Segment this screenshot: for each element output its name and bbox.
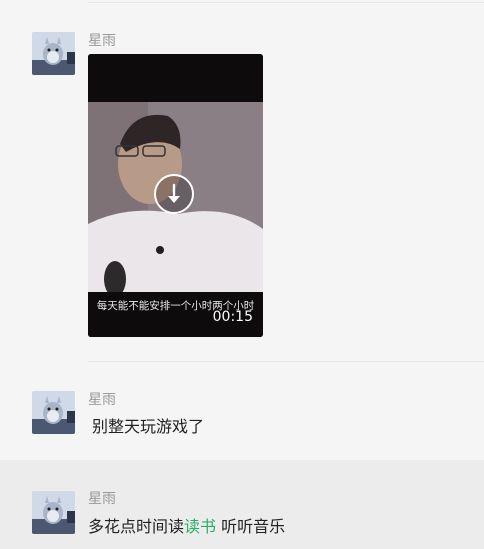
download-arrow-icon <box>168 183 180 203</box>
totoro-avatar-icon <box>32 32 75 75</box>
highlighted-keyword[interactable]: 读书 <box>184 517 216 536</box>
totoro-avatar-icon <box>32 391 75 434</box>
video-message[interactable]: 每天能不能安排一个小时两个小时 00:15 <box>88 54 263 337</box>
message-text: 星雨 别整天玩游戏了 <box>0 362 484 460</box>
message-video: 星雨 每天能不能安排一个小时两个小时 00:15 <box>0 0 484 360</box>
text-part-before: 多花点时间读 <box>88 517 185 536</box>
sender-name: 星雨 <box>88 491 116 507</box>
totoro-avatar-icon <box>32 491 75 534</box>
message-text-content: 多花点时间读读书 听听音乐 <box>88 513 285 537</box>
avatar[interactable] <box>32 491 75 534</box>
avatar[interactable] <box>32 32 75 75</box>
sender-name: 星雨 <box>88 392 116 408</box>
video-duration: 00:15 <box>212 309 253 325</box>
text-part-after: 听听音乐 <box>216 517 286 536</box>
message-text-content: 别整天玩游戏了 <box>92 417 205 436</box>
sender-name: 星雨 <box>88 33 116 49</box>
download-button[interactable] <box>154 174 194 214</box>
message-text-highlighted: 星雨 多花点时间读读书 听听音乐 <box>0 460 484 549</box>
avatar[interactable] <box>32 391 75 434</box>
